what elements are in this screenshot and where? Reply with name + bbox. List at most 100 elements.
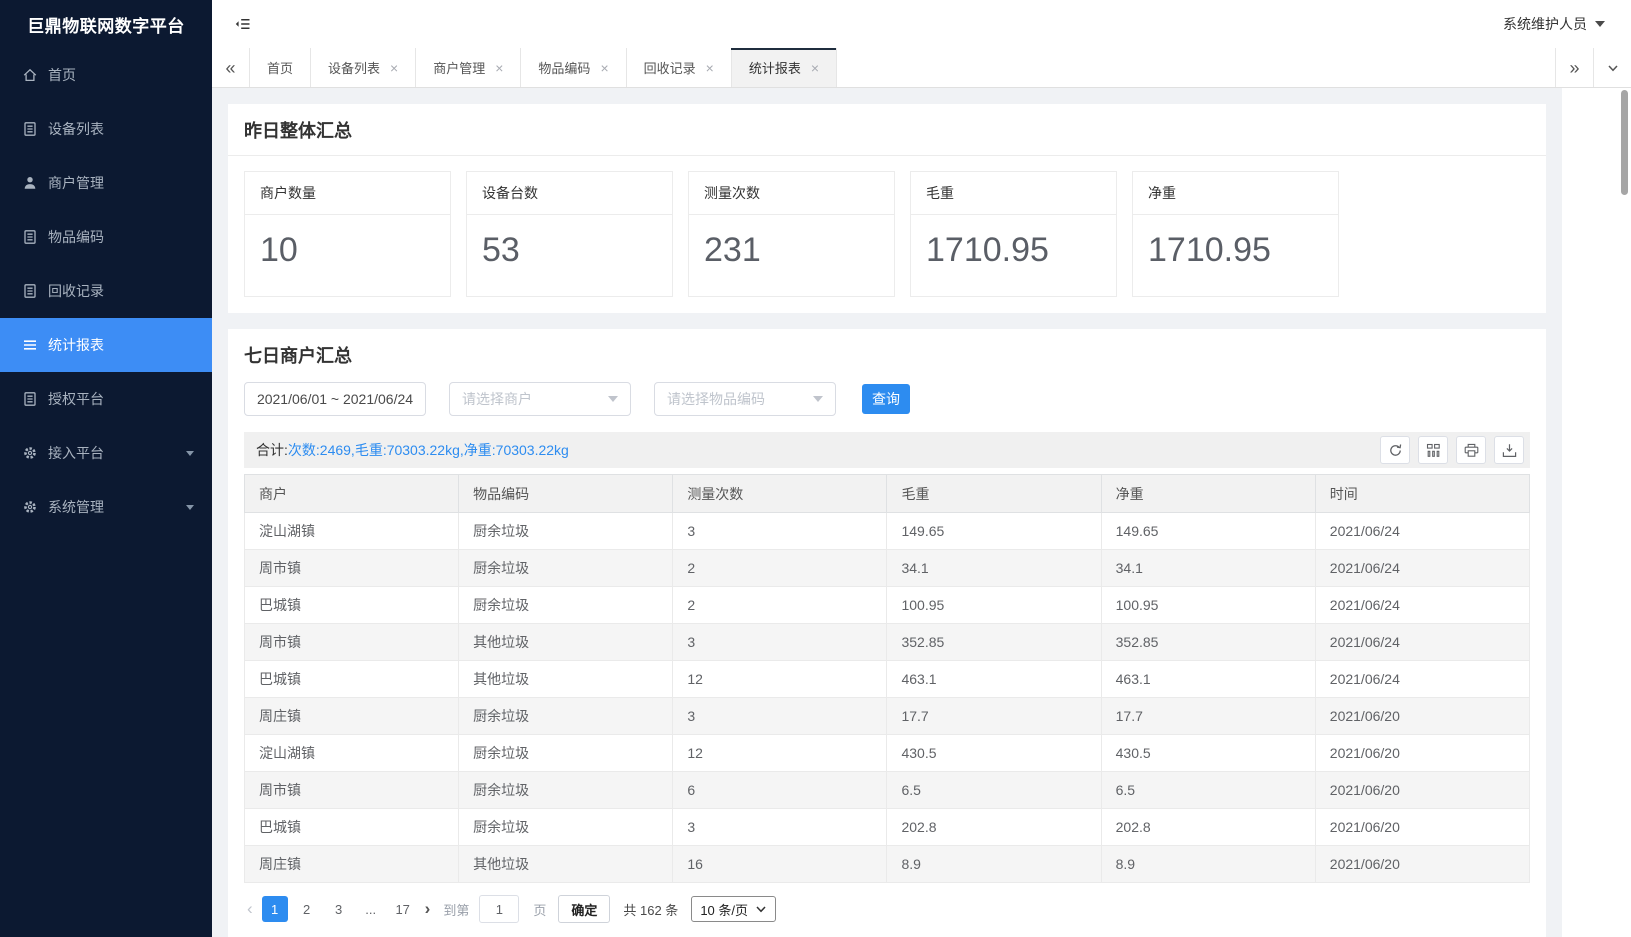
- close-icon[interactable]: ×: [811, 61, 819, 75]
- table-row: 巴城镇厨余垃圾3202.8202.82021/06/20: [245, 809, 1530, 846]
- sidebar-item-item-code[interactable]: 物品编码: [0, 210, 212, 264]
- cell-net-weight: 34.1: [1101, 550, 1315, 587]
- scroll-tabs-right-button[interactable]: »: [1555, 48, 1593, 87]
- caret-down-icon: [186, 505, 194, 510]
- column-header-gross-weight: 毛重: [887, 475, 1101, 513]
- cell-gross-weight: 6.5: [887, 772, 1101, 809]
- stat-label: 测量次数: [689, 172, 894, 215]
- gear-icon: [22, 499, 38, 515]
- user-icon: [22, 175, 38, 191]
- collapse-sidebar-button[interactable]: [234, 15, 252, 33]
- totals-link[interactable]: 次数:2469,毛重:70303.22kg,净重:70303.22kg: [288, 442, 569, 458]
- cell-gross-weight: 463.1: [887, 661, 1101, 698]
- confirm-page-button[interactable]: 确定: [558, 895, 610, 923]
- pagination: ‹ 123...17 › 到第 页 确定 共 162 条 10 条/页: [244, 895, 1530, 923]
- previous-page-button[interactable]: ‹: [244, 899, 256, 919]
- caret-down-icon: [608, 396, 618, 402]
- sidebar-item-label: 设备列表: [48, 119, 104, 139]
- tab-recycle-records[interactable]: 回收记录×: [627, 48, 732, 87]
- page-size-select[interactable]: 10 条/页: [691, 896, 776, 922]
- tab-statistics-report[interactable]: 统计报表×: [732, 48, 837, 87]
- cell-time: 2021/06/24: [1315, 513, 1529, 550]
- user-menu[interactable]: 系统维护人员: [1503, 14, 1605, 34]
- stat-card: 设备台数53: [466, 171, 673, 297]
- caret-down-icon: [186, 451, 194, 456]
- stat-card: 毛重1710.95: [910, 171, 1117, 297]
- tab-label: 物品编码: [538, 58, 590, 77]
- sidebar-item-system-management[interactable]: 系统管理: [0, 480, 212, 534]
- stat-label: 毛重: [911, 172, 1116, 215]
- goto-page-label: 到第: [443, 900, 469, 919]
- close-icon[interactable]: ×: [706, 61, 714, 75]
- sidebar-item-recycle-records[interactable]: 回收记录: [0, 264, 212, 318]
- cell-gross-weight: 17.7: [887, 698, 1101, 735]
- cell-time: 2021/06/20: [1315, 809, 1529, 846]
- summary-section-title: 昨日整体汇总: [228, 104, 1546, 156]
- page-size-value: 10 条/页: [700, 900, 748, 919]
- tab-home[interactable]: 首页: [250, 48, 311, 87]
- tab-device-list[interactable]: 设备列表×: [311, 48, 416, 87]
- sidebar-item-authorized-platform[interactable]: 授权平台: [0, 372, 212, 426]
- document-icon: [22, 229, 38, 245]
- scroll-tabs-left-button[interactable]: «: [212, 48, 250, 87]
- close-icon[interactable]: ×: [390, 61, 398, 75]
- sidebar-item-home[interactable]: 首页: [0, 48, 212, 102]
- merchant-select-placeholder: 请选择商户: [462, 389, 608, 409]
- refresh-button[interactable]: [1380, 436, 1410, 464]
- seven-day-report-card: 七日商户汇总 请选择商户 请选择物品编码 查询 合计:次数:246: [228, 329, 1546, 937]
- tab-list: 首页设备列表×商户管理×物品编码×回收记录×统计报表×: [250, 48, 837, 87]
- item-code-select[interactable]: 请选择物品编码: [654, 382, 836, 416]
- cell-net-weight: 6.5: [1101, 772, 1315, 809]
- cell-time: 2021/06/24: [1315, 661, 1529, 698]
- cell-merchant: 周市镇: [245, 772, 459, 809]
- cell-measure-count: 3: [673, 513, 887, 550]
- next-page-button[interactable]: ›: [422, 899, 434, 919]
- print-button[interactable]: [1456, 436, 1486, 464]
- table-row: 周庄镇厨余垃圾317.717.72021/06/20: [245, 698, 1530, 735]
- totals-prefix: 合计:: [256, 442, 288, 458]
- cell-merchant: 周庄镇: [245, 698, 459, 735]
- more-pages-button[interactable]: ...: [358, 896, 384, 922]
- page-button-2[interactable]: 2: [294, 896, 320, 922]
- table-row: 周市镇厨余垃圾234.134.12021/06/24: [245, 550, 1530, 587]
- table-row: 巴城镇厨余垃圾2100.95100.952021/06/24: [245, 587, 1530, 624]
- vertical-scrollbar-thumb[interactable]: [1621, 90, 1628, 195]
- cell-time: 2021/06/24: [1315, 587, 1529, 624]
- page-button-3[interactable]: 3: [326, 896, 352, 922]
- cell-measure-count: 2: [673, 550, 887, 587]
- page-button-17[interactable]: 17: [390, 896, 416, 922]
- cell-time: 2021/06/20: [1315, 698, 1529, 735]
- sidebar-item-label: 接入平台: [48, 443, 104, 463]
- stat-card: 测量次数231: [688, 171, 895, 297]
- sidebar-item-access-platform[interactable]: 接入平台: [0, 426, 212, 480]
- tabbar: « 首页设备列表×商户管理×物品编码×回收记录×统计报表× »: [212, 48, 1631, 88]
- merchant-select[interactable]: 请选择商户: [449, 382, 631, 416]
- column-settings-button[interactable]: [1418, 436, 1448, 464]
- sidebar-item-label: 统计报表: [48, 335, 104, 355]
- page-number-list: 123...17: [262, 896, 416, 922]
- sidebar-item-statistics-report[interactable]: 统计报表: [0, 318, 212, 372]
- document-icon: [22, 391, 38, 407]
- sidebar-item-device-list[interactable]: 设备列表: [0, 102, 212, 156]
- sidebar-item-merchant-management[interactable]: 商户管理: [0, 156, 212, 210]
- close-icon[interactable]: ×: [600, 61, 608, 75]
- stat-card-row: 商户数量10设备台数53测量次数231毛重1710.95净重1710.95: [228, 156, 1546, 313]
- total-count-label: 共 162 条: [623, 900, 678, 919]
- export-button[interactable]: [1494, 436, 1524, 464]
- tab-merchant-management[interactable]: 商户管理×: [416, 48, 521, 87]
- query-button[interactable]: 查询: [862, 384, 910, 414]
- cell-merchant: 周市镇: [245, 624, 459, 661]
- page-button-1[interactable]: 1: [262, 896, 288, 922]
- cell-item-code: 厨余垃圾: [459, 809, 673, 846]
- sidebar-item-label: 授权平台: [48, 389, 104, 409]
- goto-page-input[interactable]: [479, 895, 519, 923]
- cell-time: 2021/06/20: [1315, 846, 1529, 883]
- close-icon[interactable]: ×: [495, 61, 503, 75]
- tab-item-code[interactable]: 物品编码 ×: [521, 48, 626, 87]
- chevron-down-icon: [755, 903, 767, 915]
- cell-measure-count: 6: [673, 772, 887, 809]
- collapse-tabs-button[interactable]: [1593, 48, 1631, 87]
- date-range-input[interactable]: [244, 382, 426, 416]
- stat-label: 商户数量: [245, 172, 450, 215]
- cell-gross-weight: 202.8: [887, 809, 1101, 846]
